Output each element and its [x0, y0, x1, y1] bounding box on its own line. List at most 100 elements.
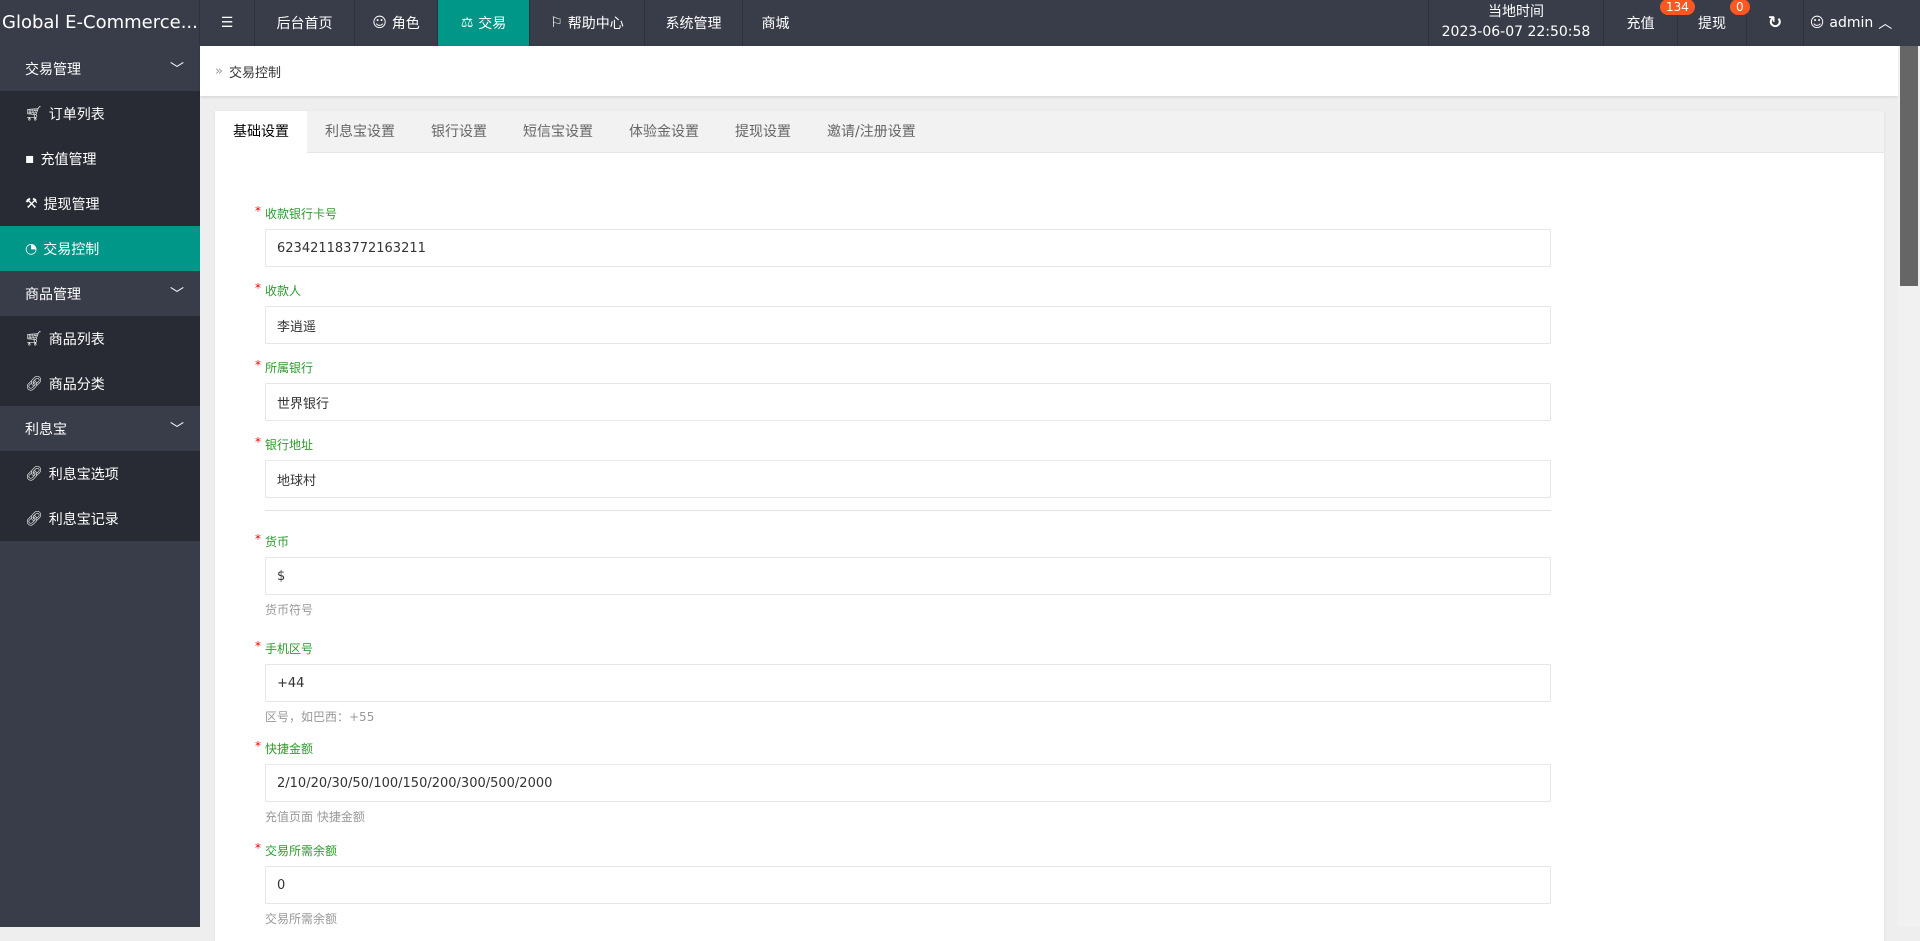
nav-home[interactable]: 后台首页	[255, 0, 355, 46]
field-bank-address: 银行地址	[255, 434, 1551, 498]
nav-label: 角色	[391, 16, 420, 32]
time-value: 2023-06-07 22:50:58	[1441, 24, 1591, 40]
field-label: 交易所需余额	[255, 840, 1559, 859]
sidebar-item-interest-options[interactable]: 🔗︎ 利息宝选项	[0, 451, 200, 496]
clipboard-icon: ▪	[25, 150, 35, 167]
item-label: 订单列表	[48, 106, 105, 123]
sidebar-item-goods-list[interactable]: 🛒︎ 商品列表	[0, 316, 200, 361]
field-currency: 货币货币符号	[255, 531, 1551, 618]
withdraw-badge: 0	[1730, 0, 1750, 15]
group-label: 商品管理	[25, 286, 81, 303]
app-title: Global E-Commerce...	[0, 0, 200, 46]
nav-label: 充值	[1626, 16, 1655, 32]
refresh-icon: ↻	[1767, 13, 1783, 33]
user-menu[interactable]: ☺ admin ︿	[1804, 0, 1898, 46]
quick-amount-input[interactable]	[265, 764, 1551, 802]
field-label: 货币	[255, 531, 1559, 550]
sidebar-group-trade[interactable]: 交易管理 ﹀	[0, 46, 200, 91]
nav-trade[interactable]: ⚖ 交易	[438, 0, 530, 46]
required-balance-input[interactable]	[265, 866, 1551, 904]
nav-label: 系统管理	[665, 16, 722, 32]
nav-label: 交易	[478, 16, 507, 32]
nav-label: 后台首页	[276, 16, 333, 32]
tab-interest[interactable]: 利息宝设置	[307, 111, 413, 152]
item-label: 利息宝选项	[48, 466, 119, 483]
nav-help[interactable]: ⚐ 帮助中心	[530, 0, 645, 46]
bank-card-input[interactable]	[265, 229, 1551, 267]
divider	[265, 510, 1551, 511]
tab-withdraw[interactable]: 提现设置	[717, 111, 809, 152]
hammer-icon: ⚒	[25, 195, 38, 212]
sidebar: 交易管理 ﹀ 🛒︎ 订单列表 ▪ 充值管理 ⚒ 提现管理 ◔ 交易控制 商品管理 ﹀ 🛒︎ 商…	[0, 46, 200, 927]
tab-basic[interactable]: 基础设置	[215, 111, 307, 154]
field-phone-code: 手机区号区号，如巴西：+55	[255, 638, 1551, 725]
phone-code-input[interactable]	[265, 664, 1551, 702]
item-label: 提现管理	[43, 196, 100, 213]
item-label: 商品列表	[48, 331, 105, 348]
field-help: 充值页面 快捷金额	[265, 810, 365, 824]
chevron-down-icon: ﹀	[170, 61, 184, 78]
tab-sms[interactable]: 短信宝设置	[505, 111, 611, 152]
field-payee: 收款人	[255, 280, 1551, 344]
time-label: 当地时间	[1488, 4, 1544, 20]
field-required-balance: 交易所需余额交易所需余额	[255, 840, 1551, 927]
bank-address-input[interactable]	[265, 460, 1551, 498]
field-label: 收款银行卡号	[255, 203, 1559, 222]
tab-invite[interactable]: 邀请/注册设置	[809, 111, 934, 152]
local-time: 当地时间 2023-06-07 22:50:58	[1428, 0, 1604, 46]
user-icon: ☺	[372, 15, 387, 31]
group-label: 交易管理	[25, 61, 81, 78]
cart-icon: 🛒︎	[25, 330, 43, 347]
flag-icon: ⚐	[550, 15, 563, 31]
field-quick-amount: 快捷金额充值页面 快捷金额	[255, 738, 1551, 825]
scale-icon: ⚖	[460, 15, 474, 31]
sidebar-group-interest[interactable]: 利息宝 ﹀	[0, 406, 200, 451]
bank-input[interactable]	[265, 383, 1551, 421]
scrollbar[interactable]	[1898, 46, 1920, 927]
item-label: 商品分类	[48, 376, 105, 393]
link-icon: 🔗︎	[25, 465, 43, 482]
field-help: 货币符号	[265, 603, 314, 617]
settings-card: 基础设置 利息宝设置 银行设置 短信宝设置 体验金设置 提现设置 邀请/注册设置…	[215, 111, 1884, 941]
payee-input[interactable]	[265, 306, 1551, 344]
sidebar-item-recharge[interactable]: ▪ 充值管理	[0, 136, 200, 181]
withdraw-button[interactable]: 提现 0	[1678, 0, 1750, 46]
group-label: 利息宝	[25, 421, 67, 438]
sidebar-item-goods-category[interactable]: 🔗︎ 商品分类	[0, 361, 200, 406]
item-label: 利息宝记录	[48, 511, 119, 528]
sidebar-group-goods[interactable]: 商品管理 ﹀	[0, 271, 200, 316]
field-label: 手机区号	[255, 638, 1559, 657]
recharge-button[interactable]: 充值 134	[1604, 0, 1695, 46]
refresh-button[interactable]: ↻	[1747, 0, 1804, 46]
username: admin	[1829, 15, 1874, 31]
top-bar: Global E-Commerce... ☰ 后台首页 ☺ 角色 ⚖ 交易 ⚐ 帮助中…	[0, 0, 1920, 46]
double-chevron-icon: »	[215, 63, 223, 79]
menu-toggle-icon: ☰	[220, 15, 234, 31]
sidebar-toggle-button[interactable]: ☰	[200, 0, 255, 46]
sidebar-item-orders[interactable]: 🛒︎ 订单列表	[0, 91, 200, 136]
breadcrumb-current: 交易控制	[228, 65, 281, 81]
nav-mall[interactable]: 商城	[743, 0, 808, 46]
scrollbar-thumb[interactable]	[1900, 46, 1918, 286]
currency-input[interactable]	[265, 557, 1551, 595]
nav-label: 商城	[761, 16, 790, 32]
field-label: 所属银行	[255, 357, 1559, 376]
cart-icon: 🛒︎	[25, 105, 43, 122]
nav-system[interactable]: 系统管理	[645, 0, 743, 46]
field-bank-card: 收款银行卡号	[255, 203, 1551, 267]
sidebar-item-interest-records[interactable]: 🔗︎ 利息宝记录	[0, 496, 200, 541]
tab-trial[interactable]: 体验金设置	[611, 111, 717, 152]
tab-bank[interactable]: 银行设置	[413, 111, 505, 152]
chevron-up-icon: ︿	[1878, 16, 1893, 32]
sidebar-item-withdraw[interactable]: ⚒ 提现管理	[0, 181, 200, 226]
field-label: 快捷金额	[255, 738, 1559, 757]
chevron-down-icon: ﹀	[170, 421, 184, 438]
chevron-down-icon: ﹀	[170, 286, 184, 303]
item-label: 交易控制	[43, 241, 100, 258]
nav-role[interactable]: ☺ 角色	[355, 0, 438, 46]
field-label: 收款人	[255, 280, 1559, 299]
sidebar-item-trade-control[interactable]: ◔ 交易控制	[0, 226, 200, 271]
field-help: 区号，如巴西：+55	[265, 710, 375, 724]
tab-bar: 基础设置 利息宝设置 银行设置 短信宝设置 体验金设置 提现设置 邀请/注册设置	[215, 111, 1884, 154]
item-label: 充值管理	[40, 151, 97, 168]
